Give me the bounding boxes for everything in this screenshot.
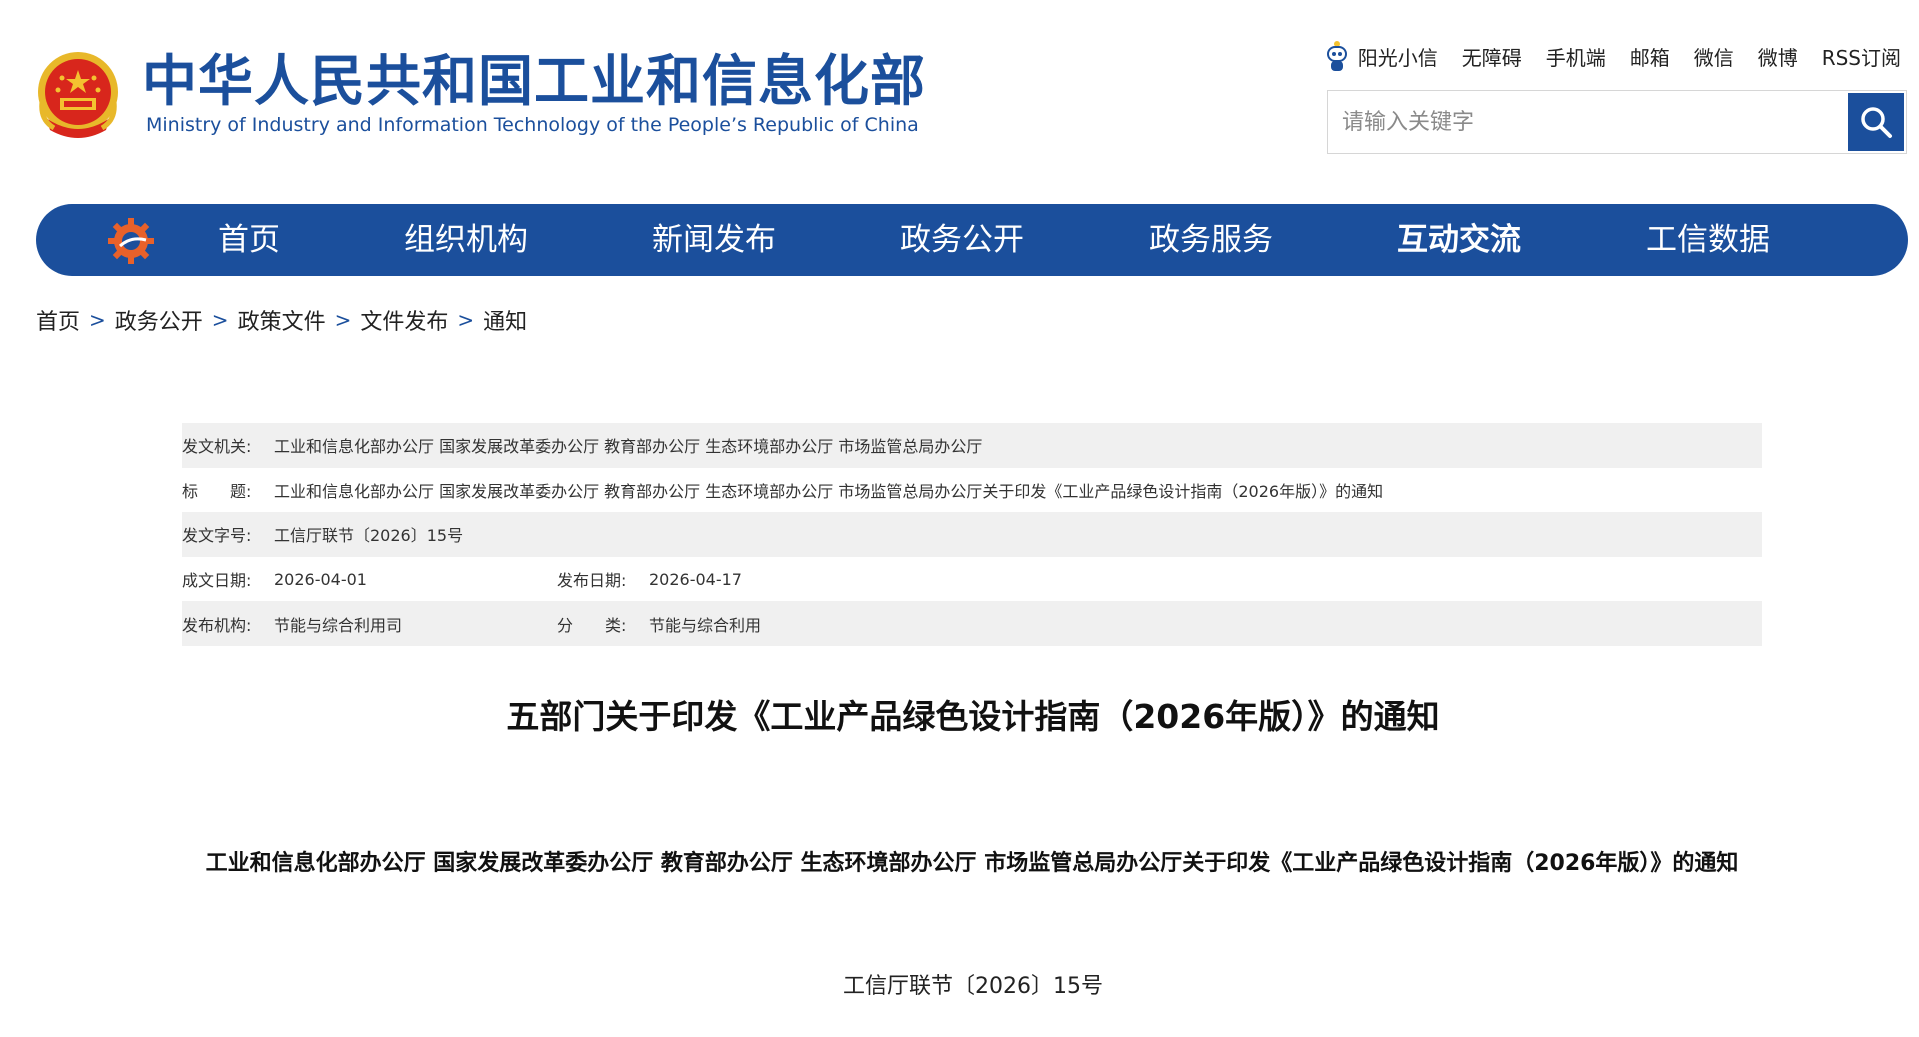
info-row-agency: 发布机构: 节能与综合利用司 分 类: 节能与综合利用: [182, 601, 1762, 646]
link-mailbox[interactable]: 邮箱: [1630, 42, 1670, 71]
issuer-label: 发文机关:: [182, 437, 252, 457]
nav-organization[interactable]: 组织机构: [404, 204, 528, 276]
breadcrumb-notice[interactable]: 通知: [483, 304, 527, 336]
search-input[interactable]: [1328, 91, 1848, 153]
breadcrumb-home[interactable]: 首页: [36, 304, 80, 336]
breadcrumb-separator: >: [89, 308, 106, 332]
agency-value: 节能与综合利用司: [274, 615, 403, 635]
category-pair: 分 类: 节能与综合利用: [557, 612, 761, 636]
robot-assistant-icon[interactable]: [1324, 39, 1350, 73]
link-rss[interactable]: RSS订阅: [1822, 42, 1901, 71]
category-label: 分 类:: [557, 615, 627, 635]
article-doc-number: 工信厅联节〔2026〕15号: [843, 974, 1103, 999]
agency-pair: 发布机构: 节能与综合利用司: [182, 612, 557, 636]
main-navigation: 首页 组织机构 新闻发布 政务公开 政务服务 互动交流 工信数据: [36, 204, 1908, 276]
breadcrumb-document-release[interactable]: 文件发布: [360, 304, 448, 336]
link-weibo[interactable]: 微博: [1758, 42, 1798, 71]
national-emblem-icon[interactable]: [32, 48, 124, 144]
issuer-value: 工业和信息化部办公厅 国家发展改革委办公厅 教育部办公厅 生态环境部办公厅 市场…: [274, 437, 983, 457]
nav-industry-data[interactable]: 工信数据: [1646, 204, 1770, 276]
doc-number-value: 工信厅联节〔2026〕15号: [274, 526, 464, 546]
link-accessibility[interactable]: 无障碍: [1462, 42, 1522, 71]
link-sunshine-assistant[interactable]: 阳光小信: [1358, 42, 1438, 71]
nav-government-services[interactable]: 政务服务: [1149, 204, 1273, 276]
breadcrumb-separator: >: [334, 308, 352, 332]
published-date-pair: 发布日期: 2026-04-17: [557, 567, 742, 591]
written-date-label: 成文日期:: [182, 571, 252, 591]
breadcrumb-separator: >: [457, 308, 475, 332]
breadcrumb-policy-documents[interactable]: 政策文件: [238, 304, 326, 336]
site-logo-title[interactable]: 中华人民共和国工业和信息化部: [142, 48, 926, 114]
breadcrumb-government-affairs[interactable]: 政务公开: [115, 304, 203, 336]
article-title: 五部门关于印发《工业产品绿色设计指南（2026年版）》的通知: [506, 697, 1440, 736]
nav-government-affairs[interactable]: 政务公开: [900, 204, 1024, 276]
link-wechat[interactable]: 微信: [1694, 42, 1734, 71]
site-logo-subtitle[interactable]: Ministry of Industry and Information Tec…: [146, 113, 919, 137]
search-button[interactable]: [1848, 93, 1904, 151]
search-icon: [1861, 107, 1892, 138]
doc-number-label: 发文字号:: [182, 526, 252, 546]
page-root: 中华人民共和国工业和信息化部 Ministry of Industry and …: [0, 0, 1919, 1037]
breadcrumb-separator: >: [211, 308, 229, 332]
document-info-table: 发文机关: 工业和信息化部办公厅 国家发展改革委办公厅 教育部办公厅 生态环境部…: [182, 423, 1762, 646]
info-row-dates: 成文日期: 2026-04-01 发布日期: 2026-04-17: [182, 557, 1762, 602]
info-row-issuer: 发文机关: 工业和信息化部办公厅 国家发展改革委办公厅 教育部办公厅 生态环境部…: [182, 423, 1762, 468]
info-row-doc-number: 发文字号: 工信厅联节〔2026〕15号: [182, 512, 1762, 557]
link-mobile[interactable]: 手机端: [1546, 42, 1606, 71]
info-row-title: 标 题: 工业和信息化部办公厅 国家发展改革委办公厅 教育部办公厅 生态环境部办…: [182, 468, 1762, 513]
top-utility-links: 阳光小信 无障碍 手机端 邮箱 微信 微博 RSS订阅: [1324, 40, 1901, 72]
nav-news[interactable]: 新闻发布: [652, 204, 776, 276]
title-label: 标 题:: [182, 481, 252, 501]
nav-interaction[interactable]: 互动交流: [1397, 204, 1521, 276]
search-box: [1327, 90, 1907, 154]
article-subtitle: 工业和信息化部办公厅 国家发展改革委办公厅 教育部办公厅 生态环境部办公厅 市场…: [205, 851, 1739, 876]
miit-gear-logo-icon[interactable]: [106, 216, 156, 266]
written-date-pair: 成文日期: 2026-04-01: [182, 567, 557, 591]
title-value: 工业和信息化部办公厅 国家发展改革委办公厅 教育部办公厅 生态环境部办公厅 市场…: [274, 481, 1384, 501]
category-value: 节能与综合利用: [649, 615, 762, 635]
published-date-label: 发布日期:: [557, 571, 627, 591]
nav-home[interactable]: 首页: [218, 204, 280, 276]
agency-label: 发布机构:: [182, 615, 252, 635]
written-date-value: 2026-04-01: [274, 569, 367, 589]
published-date-value: 2026-04-17: [649, 569, 742, 589]
breadcrumb: 首页 > 政务公开 > 政策文件 > 文件发布 > 通知: [36, 304, 527, 336]
